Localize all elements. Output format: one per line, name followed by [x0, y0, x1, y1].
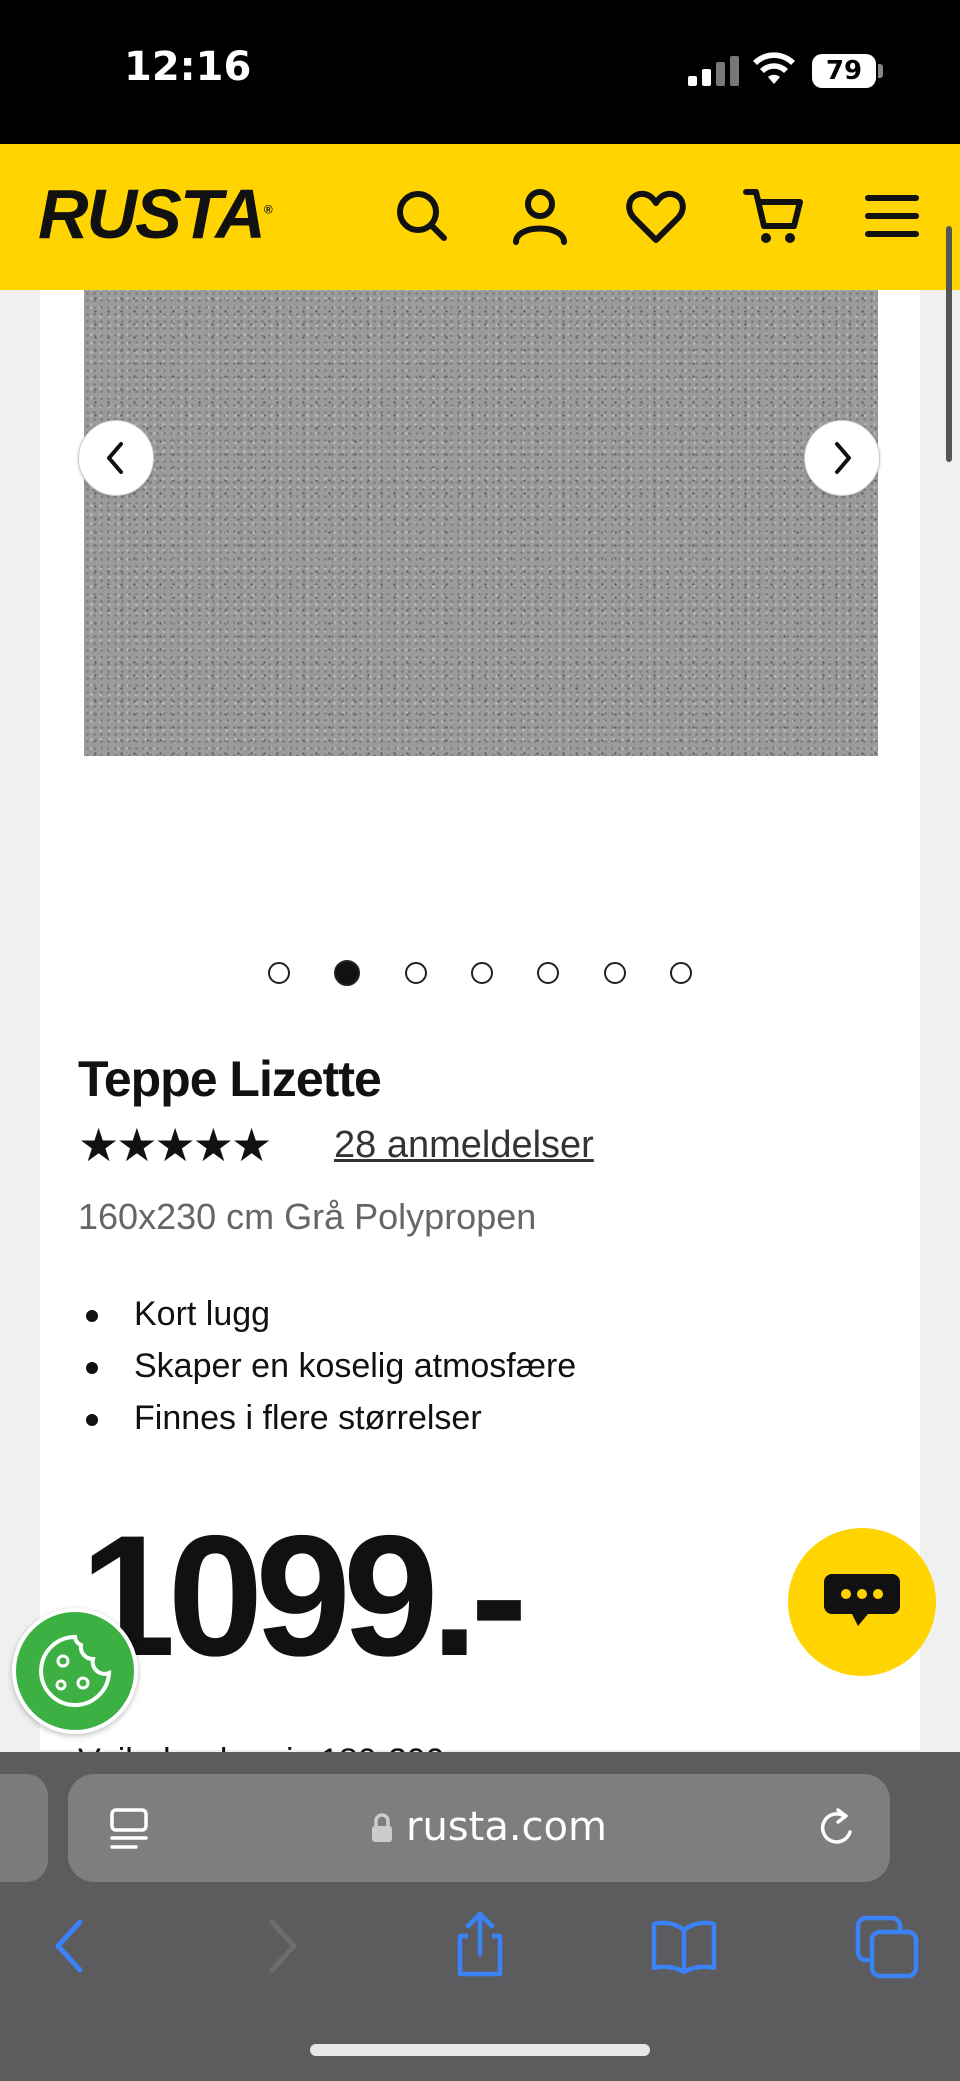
product-price: 1099.-	[80, 1500, 528, 1692]
cart-icon[interactable]	[742, 184, 806, 248]
rating-stars: ★★★★★	[78, 1119, 272, 1171]
cookie-icon	[39, 1634, 112, 1707]
signal-icon	[688, 56, 739, 86]
carousel-dot[interactable]	[603, 962, 626, 984]
tabs-icon[interactable]	[852, 1910, 924, 1982]
address-bar[interactable]: rusta.com	[68, 1774, 890, 1882]
reload-icon[interactable]	[816, 1806, 860, 1850]
status-time: 12:16	[124, 44, 252, 90]
search-icon[interactable]	[390, 184, 454, 248]
chat-button[interactable]	[788, 1528, 936, 1676]
previous-tab-preview[interactable]	[0, 1774, 48, 1882]
rusta-logo[interactable]: RUSTA®	[38, 174, 273, 254]
feature-item: Finnes i flere størrelser	[78, 1392, 576, 1444]
carousel-dot-active[interactable]	[334, 960, 361, 986]
carousel-next-button[interactable]	[804, 420, 880, 496]
url-text: rusta.com	[406, 1804, 607, 1850]
browser-toolbar: rusta.com	[0, 1752, 960, 2081]
wifi-icon	[753, 52, 795, 84]
feature-item: Skaper en koselig atmosfære	[78, 1340, 576, 1392]
logo-text: RUSTA	[38, 175, 266, 253]
carousel-dots	[40, 960, 920, 988]
carousel-dot[interactable]	[404, 962, 427, 984]
chat-icon	[824, 1574, 900, 1626]
chevron-left-icon	[107, 442, 123, 474]
carousel-dot[interactable]	[670, 962, 693, 984]
product-subtitle: 160x230 cm Grå Polypropen	[78, 1196, 537, 1237]
battery-tip	[878, 64, 883, 78]
lock-icon	[372, 1813, 392, 1842]
carousel-dot[interactable]	[267, 962, 290, 984]
share-icon[interactable]	[444, 1910, 516, 1982]
menu-icon[interactable]	[860, 184, 924, 248]
user-icon[interactable]	[508, 184, 572, 248]
site-header: RUSTA®	[0, 144, 960, 290]
back-icon[interactable]	[36, 1910, 108, 1982]
cookie-consent-button[interactable]	[12, 1608, 138, 1734]
product-image[interactable]	[84, 290, 878, 756]
carousel-dot[interactable]	[471, 962, 493, 984]
carousel-prev-button[interactable]	[78, 420, 154, 496]
bookmarks-icon[interactable]	[648, 1910, 720, 1982]
forward-icon	[269, 1919, 297, 1973]
heart-icon[interactable]	[624, 184, 688, 248]
status-bar: 12:16 79	[0, 0, 960, 144]
product-card: Teppe Lizette ★★★★★ 28 anmeldelser 160x2…	[40, 290, 920, 1780]
home-indicator	[310, 2044, 650, 2056]
page-scrollbar[interactable]	[946, 226, 952, 462]
carousel-dot[interactable]	[537, 962, 560, 984]
reader-icon[interactable]	[108, 1806, 152, 1852]
feature-item: Kort lugg	[78, 1288, 576, 1340]
feature-list: Kort lugg Skaper en koselig atmosfære Fi…	[78, 1288, 576, 1444]
reviews-link[interactable]: 28 anmeldelser	[334, 1124, 594, 1167]
chevron-right-icon	[835, 442, 851, 474]
product-title: Teppe Lizette	[78, 1051, 382, 1107]
registered-mark: ®	[263, 202, 273, 217]
battery-indicator: 79	[812, 54, 876, 88]
